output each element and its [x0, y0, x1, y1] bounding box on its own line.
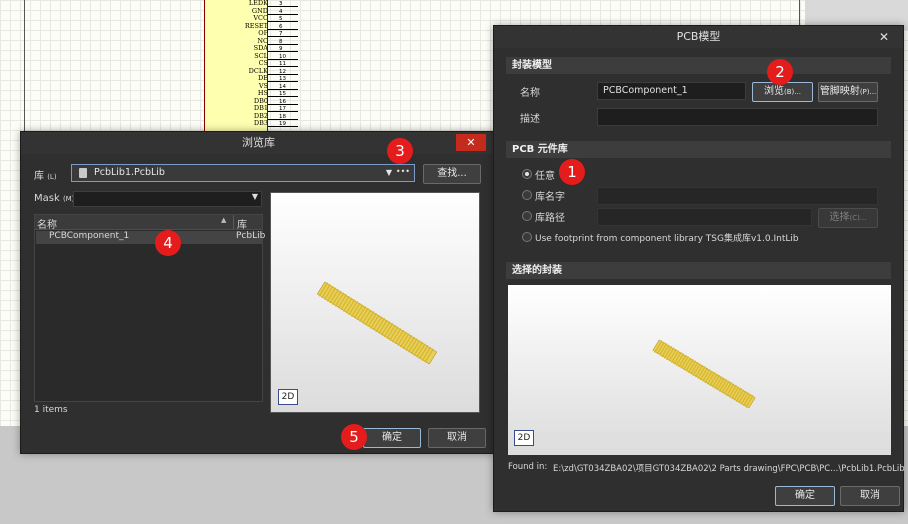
annotation-badge: 2	[767, 59, 793, 85]
pin-number: 15	[279, 91, 286, 97]
component-list: 名称 ▲ 库 PCBComponent_1 PcbLib	[34, 214, 266, 402]
pin-number: 19	[279, 121, 286, 127]
ok-button[interactable]: 确定	[363, 428, 421, 448]
row-library: PcbLib	[236, 231, 266, 241]
pcb-model-dialog: PCB模型 ✕ 封装模型 名称 PCBComponent_1 浏览(B)... …	[493, 25, 905, 512]
description-input[interactable]	[597, 108, 878, 126]
pin-number: 8	[279, 38, 283, 45]
list-header: 名称 ▲ 库	[35, 215, 262, 231]
column-header-name[interactable]: 名称	[37, 216, 57, 231]
pin-number: 17	[279, 106, 286, 112]
item-count: 1 items	[34, 405, 68, 415]
library-select[interactable]: PcbLib1.PcbLib ▼ •••	[71, 164, 415, 182]
radio-library-path[interactable]	[522, 211, 532, 221]
footprint-preview[interactable]: 2D	[270, 192, 480, 413]
pin-line	[268, 28, 298, 30]
pin-number: 4	[279, 8, 283, 15]
close-icon[interactable]: ✕	[456, 134, 486, 151]
footprint-model-section: 封装模型	[506, 57, 891, 74]
annotation-badge: 1	[559, 159, 585, 185]
column-divider	[233, 215, 234, 230]
pin-number: 7	[279, 31, 283, 37]
pin-number: 18	[279, 113, 286, 120]
name-label: 名称	[520, 88, 540, 99]
ok-button[interactable]: 确定	[775, 486, 835, 506]
row-component-name: PCBComponent_1	[49, 231, 130, 241]
pin-name: DB3	[253, 119, 268, 127]
pin-number: 3	[279, 1, 283, 7]
pin-line	[268, 36, 298, 37]
pin-number: 9	[279, 46, 283, 52]
view-2d-toggle[interactable]: 2D	[514, 430, 534, 446]
library-select-value: PcbLib1.PcbLib	[94, 167, 165, 178]
pin-name: DB1	[253, 104, 268, 112]
pcb-dialog-title: PCB模型	[494, 26, 903, 48]
library-label: 库 (L)	[34, 171, 57, 182]
chevron-down-icon[interactable]: ▼	[252, 192, 258, 201]
pin-number: 10	[279, 53, 286, 60]
cancel-button[interactable]: 取消	[428, 428, 486, 448]
library-path-input[interactable]	[597, 208, 812, 226]
pin-number: 12	[279, 68, 286, 75]
mask-input[interactable]: ▼	[73, 191, 262, 207]
selected-footprint-preview[interactable]: 2D	[508, 285, 891, 455]
found-in-label: Found in:	[508, 462, 548, 472]
pin-number: 5	[279, 16, 283, 22]
pin-map-button[interactable]: 管脚映射(P)...	[818, 82, 878, 102]
table-row[interactable]: PCBComponent_1 PcbLib	[36, 231, 266, 244]
pin-name: OP	[258, 29, 268, 37]
radio-any-label: 任意	[535, 171, 555, 182]
annotation-badge: 3	[387, 138, 413, 164]
annotation-badge: 4	[155, 230, 181, 256]
pin-name: HS	[257, 89, 268, 97]
find-button[interactable]: 查找...	[423, 164, 481, 184]
sort-ascending-icon[interactable]: ▲	[221, 216, 226, 224]
pin-name: SDA	[253, 44, 268, 52]
library-name-input[interactable]	[597, 187, 878, 205]
footprint-3d-image	[652, 339, 756, 409]
pin-line	[268, 43, 298, 45]
chevron-down-icon[interactable]: ▼	[386, 165, 392, 181]
column-header-library[interactable]: 库	[237, 216, 247, 231]
radio-any[interactable]	[522, 169, 532, 179]
pin-name: LEDK	[248, 0, 268, 7]
pin-name: VCC	[253, 14, 268, 22]
pin-number: 6	[279, 23, 283, 30]
use-footprint-label: Use footprint from component library TSG…	[535, 234, 799, 244]
pin-number: 13	[279, 76, 286, 82]
more-options-icon[interactable]: •••	[396, 164, 410, 180]
found-in-path: E:\zd\GT034ZBA02\项目GT034ZBA02\2 Parts dr…	[553, 464, 905, 474]
mask-label: Mask (M)	[34, 193, 75, 204]
pin-line	[268, 21, 298, 22]
browse-button[interactable]: 浏览(B)...	[752, 82, 813, 102]
browse-library-dialog: 浏览库 ✕ 库 (L) PcbLib1.PcbLib ▼ ••• 查找... M…	[20, 131, 497, 454]
pin-name: CS	[258, 59, 268, 67]
selected-footprint-section: 选择的封装	[506, 262, 891, 279]
pin-number: 14	[279, 83, 286, 90]
radio-use-footprint[interactable]	[522, 232, 532, 242]
pin-number: 16	[279, 98, 286, 105]
pin-line	[268, 6, 298, 7]
close-icon[interactable]: ✕	[879, 30, 889, 44]
select-button[interactable]: 选择(C)...	[818, 208, 878, 228]
footprint-name-input[interactable]: PCBComponent_1	[597, 82, 746, 100]
view-2d-toggle[interactable]: 2D	[278, 389, 298, 405]
radio-library-name[interactable]	[522, 190, 532, 200]
browse-dialog-title: 浏览库	[21, 132, 496, 154]
pin-number: 11	[279, 61, 286, 67]
radio-library-name-label: 库名字	[535, 192, 565, 203]
pin-line	[268, 13, 298, 15]
footprint-3d-image	[316, 281, 438, 365]
radio-library-path-label: 库路径	[535, 213, 565, 224]
pin-line	[268, 51, 298, 52]
pcb-library-section: PCB 元件库	[506, 141, 891, 158]
library-file-icon	[79, 168, 87, 178]
description-label: 描述	[520, 114, 540, 125]
annotation-badge: 5	[341, 424, 367, 450]
cancel-button[interactable]: 取消	[840, 486, 900, 506]
pin-name: DE	[258, 74, 268, 82]
